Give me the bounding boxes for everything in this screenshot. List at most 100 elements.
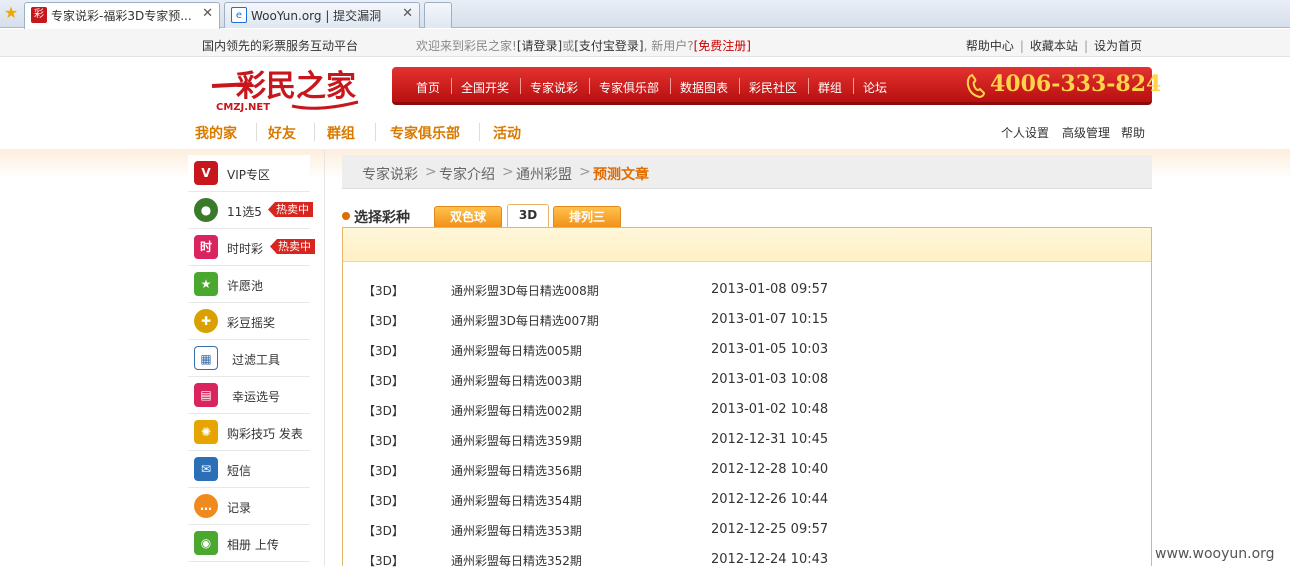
nav-expert-club[interactable]: 专家俱乐部 — [599, 79, 659, 96]
tab-title: WooYun.org | 提交漏洞 — [251, 9, 382, 23]
sidebar-item-label: 彩豆摇奖 — [227, 316, 276, 330]
ball-icon: ● — [194, 198, 218, 222]
nav-national-draw[interactable]: 全国开奖 — [461, 79, 509, 96]
list-item: 【3D】 通州彩盟3D每日精选007期 2013-01-07 10:15 — [359, 304, 1119, 334]
shi-icon: 时 — [194, 235, 218, 259]
subnav-expert-club[interactable]: 专家俱乐部 — [390, 123, 460, 143]
sidebar-item-label: 过滤工具 — [232, 353, 281, 367]
site-slogan: 国内领先的彩票服务互动平台 — [202, 39, 359, 53]
article-title-link[interactable]: 通州彩盟每日精选359期 — [451, 432, 582, 449]
lucky-icon: ▤ — [194, 383, 218, 407]
close-icon[interactable]: ✕ — [202, 6, 213, 21]
caimin-favicon-icon: 彩 — [31, 7, 47, 23]
hot-sale-badge: 热卖中 — [270, 239, 315, 254]
article-title-link[interactable]: 通州彩盟3D每日精选007期 — [451, 312, 599, 329]
hot-sale-badge: 热卖中 — [268, 202, 313, 217]
bean-icon: ✚ — [194, 309, 218, 333]
sidebar-item-filter-tool[interactable]: ▦ 过滤工具 — [188, 340, 310, 377]
breadcrumb-tongzhou[interactable]: 通州彩盟 — [516, 164, 572, 184]
article-title-link[interactable]: 通州彩盟每日精选353期 — [451, 522, 582, 539]
top-info-bar: 国内领先的彩票服务互动平台 欢迎来到彩民之家![请登录]或[支付宝登录], 新用… — [0, 29, 1290, 57]
article-category: 【3D】 — [363, 284, 404, 298]
svg-text:彩民之家: 彩民之家 — [236, 69, 356, 104]
help-center-link[interactable]: 帮助中心 — [966, 39, 1014, 53]
sidebar-item-tips[interactable]: ✺ 购彩技巧 发表 — [188, 414, 310, 451]
tab-3d[interactable]: 3D — [507, 204, 549, 228]
tab-pailiesan[interactable]: 排列三 — [553, 206, 621, 228]
tab-shuangseqiu[interactable]: 双色球 — [434, 206, 502, 228]
register-link[interactable]: [免费注册] — [694, 39, 751, 53]
sidebar-item-records[interactable]: … 记录 — [188, 488, 310, 525]
subnav-friends[interactable]: 好友 — [268, 123, 296, 143]
vip-icon: V — [194, 161, 218, 185]
nav-data-charts[interactable]: 数据图表 — [680, 79, 728, 96]
svg-text:CMZJ.NET: CMZJ.NET — [216, 102, 270, 113]
article-date: 2013-01-07 10:15 — [711, 312, 829, 327]
filter-icon: ▦ — [194, 346, 218, 370]
article-date: 2013-01-03 10:08 — [711, 372, 829, 387]
sidebar-item-wish-pool[interactable]: ★ 许愿池 — [188, 266, 310, 303]
article-title-link[interactable]: 通州彩盟每日精选356期 — [451, 462, 582, 479]
breadcrumb-expert-talk[interactable]: 专家说彩 — [362, 164, 418, 184]
subnav-personal-settings[interactable]: 个人设置 — [1001, 124, 1049, 141]
browser-tab-wooyun[interactable]: e WooYun.org | 提交漏洞 ✕ — [224, 2, 420, 28]
sidebar-item-11x5[interactable]: ● 11选5 热卖中 — [188, 192, 313, 229]
subnav-help[interactable]: 帮助 — [1121, 124, 1145, 141]
article-date: 2012-12-26 10:44 — [711, 492, 829, 507]
article-date: 2012-12-28 10:40 — [711, 462, 829, 477]
gear-icon: ✺ — [194, 420, 218, 444]
subnav-groups[interactable]: 群组 — [327, 123, 355, 143]
nav-community[interactable]: 彩民社区 — [749, 79, 797, 96]
ie-page-icon: e — [231, 7, 247, 23]
subnav-advanced-manage[interactable]: 高级管理 — [1062, 124, 1110, 141]
breadcrumb-expert-intro[interactable]: 专家介绍 — [439, 164, 495, 184]
article-category: 【3D】 — [363, 374, 404, 388]
article-date: 2013-01-02 10:48 — [711, 402, 829, 417]
sidebar-item-label: VIP专区 — [227, 168, 270, 182]
browser-tabstrip: ★ 彩 专家说彩-福彩3D专家预... ✕ e WooYun.org | 提交漏… — [0, 0, 1290, 29]
article-title-link[interactable]: 通州彩盟每日精选005期 — [451, 342, 582, 359]
sidebar-item-sms[interactable]: ✉ 短信 — [188, 451, 310, 488]
close-icon[interactable]: ✕ — [402, 6, 413, 21]
subnav-my-home[interactable]: 我的家 — [195, 123, 237, 143]
sidebar-item-ssc[interactable]: 时 时时彩 热卖中 — [188, 229, 315, 266]
tab-title: 专家说彩-福彩3D专家预... — [51, 9, 192, 23]
subnav-activities[interactable]: 活动 — [493, 123, 521, 143]
article-date: 2012-12-31 10:45 — [711, 432, 829, 447]
login-link[interactable]: [请登录] — [517, 39, 562, 53]
set-homepage-link[interactable]: 设为首页 — [1094, 39, 1142, 53]
list-item: 【3D】 通州彩盟3D每日精选008期 2013-01-08 09:57 — [359, 274, 1119, 304]
nav-groups[interactable]: 群组 — [818, 79, 842, 96]
article-date: 2013-01-08 09:57 — [711, 282, 829, 297]
article-title-link[interactable]: 通州彩盟每日精选003期 — [451, 372, 582, 389]
new-tab-button[interactable] — [424, 2, 452, 28]
breadcrumb-current: 预测文章 — [593, 167, 649, 183]
article-category: 【3D】 — [363, 434, 404, 448]
list-item: 【3D】 通州彩盟每日精选003期 2013-01-03 10:08 — [359, 364, 1119, 394]
sidebar-item-vip[interactable]: V VIP专区 — [188, 155, 310, 192]
sidebar-item-label: 短信 — [227, 464, 252, 478]
article-panel: 【3D】 通州彩盟3D每日精选008期 2013-01-08 09:57 【3D… — [342, 227, 1152, 568]
sidebar-item-album[interactable]: ◉ 相册 上传 — [188, 525, 310, 562]
article-title-link[interactable]: 通州彩盟每日精选002期 — [451, 402, 582, 419]
nav-forum[interactable]: 论坛 — [863, 79, 887, 96]
sidebar-item-bean-lottery[interactable]: ✚ 彩豆摇奖 — [188, 303, 310, 340]
sidebar-item-lucky-pick[interactable]: ▤ 幸运选号 — [188, 377, 310, 414]
main-nav: 首页 全国开奖 专家说彩 专家俱乐部 数据图表 彩民社区 群组 论坛 4006-… — [392, 67, 1161, 105]
sidebar-item-label: 许愿池 — [227, 279, 264, 293]
browser-tab-zhuanjia[interactable]: 彩 专家说彩-福彩3D专家预... ✕ — [24, 2, 220, 29]
nav-expert-talk[interactable]: 专家说彩 — [530, 79, 578, 96]
nav-home[interactable]: 首页 — [416, 79, 440, 96]
article-title-link[interactable]: 通州彩盟每日精选354期 — [451, 492, 582, 509]
article-title-link[interactable]: 通州彩盟每日精选352期 — [451, 552, 582, 569]
star-icon: ★ — [194, 272, 218, 296]
list-item: 【3D】 通州彩盟每日精选002期 2013-01-02 10:48 — [359, 394, 1119, 424]
article-category: 【3D】 — [363, 314, 404, 328]
favorites-star-icon[interactable]: ★ — [2, 4, 20, 22]
alipay-login-link[interactable]: [支付宝登录] — [574, 39, 643, 53]
site-logo[interactable]: 彩民之家 CMZJ.NET — [208, 62, 364, 114]
list-item: 【3D】 通州彩盟每日精选352期 2012-12-24 10:43 — [359, 544, 1119, 574]
article-title-link[interactable]: 通州彩盟3D每日精选008期 — [451, 282, 599, 299]
bookmark-link[interactable]: 收藏本站 — [1030, 39, 1078, 53]
breadcrumb: 专家说彩 > 专家介绍 > 通州彩盟 > 预测文章 — [342, 155, 1152, 189]
